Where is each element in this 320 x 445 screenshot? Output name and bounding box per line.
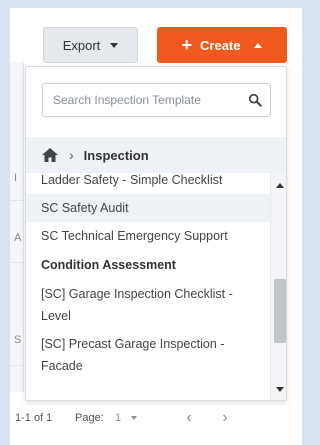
page-select-value[interactable]: 1 [115, 412, 131, 424]
template-list: Ladder Safety - Simple Checklist SC Safe… [26, 173, 270, 400]
background-row-separator [10, 262, 24, 263]
list-item[interactable]: [SC] Precast Garage Inspection - Facade [26, 330, 270, 380]
pagination-count: 1-1 of 1 [15, 412, 53, 424]
export-button[interactable]: Export [43, 27, 138, 63]
chevron-right-icon: › [69, 147, 74, 163]
chevron-up-icon [254, 42, 263, 48]
list-item[interactable]: SC Technical Emergency Support [26, 222, 270, 250]
chevron-down-icon [110, 42, 119, 48]
template-search-input[interactable] [53, 93, 248, 107]
export-button-label: Export [62, 37, 101, 53]
search-icon[interactable] [248, 93, 262, 107]
home-icon[interactable] [41, 147, 59, 163]
breadcrumb-current: Inspection [83, 147, 149, 163]
plus-icon: + [181, 35, 193, 55]
background-row-mark: I [14, 172, 18, 184]
create-button-label: Create [200, 37, 241, 53]
page-select-caret-icon[interactable] [131, 416, 137, 420]
list-scrollbar[interactable] [270, 173, 286, 400]
next-page-icon[interactable]: › [207, 409, 243, 427]
template-search-box [42, 83, 271, 117]
previous-page-icon[interactable]: ‹ [171, 409, 207, 427]
list-item[interactable]: [SC] Garage Inspection Checklist - Level [26, 280, 270, 330]
breadcrumb: › Inspection [26, 137, 286, 173]
create-button[interactable]: + Create [157, 27, 287, 63]
scrollbar-thumb[interactable] [274, 279, 286, 343]
background-row-separator [10, 365, 24, 366]
list-item[interactable]: SC Safety Audit [26, 194, 270, 222]
list-group-heading: Condition Assessment [41, 258, 176, 272]
create-template-dropdown: › Inspection Ladder Safety - Simple Chec… [25, 66, 287, 401]
pagination-page-label: Page: [75, 412, 104, 424]
list-item[interactable]: Ladder Safety - Simple Checklist [26, 173, 270, 194]
background-row-separator [10, 200, 24, 201]
pagination: 1-1 of 1 Page: 1 ‹ › [15, 408, 243, 428]
scroll-down-icon[interactable] [276, 387, 284, 392]
background-row-mark: S [14, 334, 22, 346]
background-row-mark: A [14, 232, 22, 244]
scroll-up-icon[interactable] [276, 183, 284, 188]
